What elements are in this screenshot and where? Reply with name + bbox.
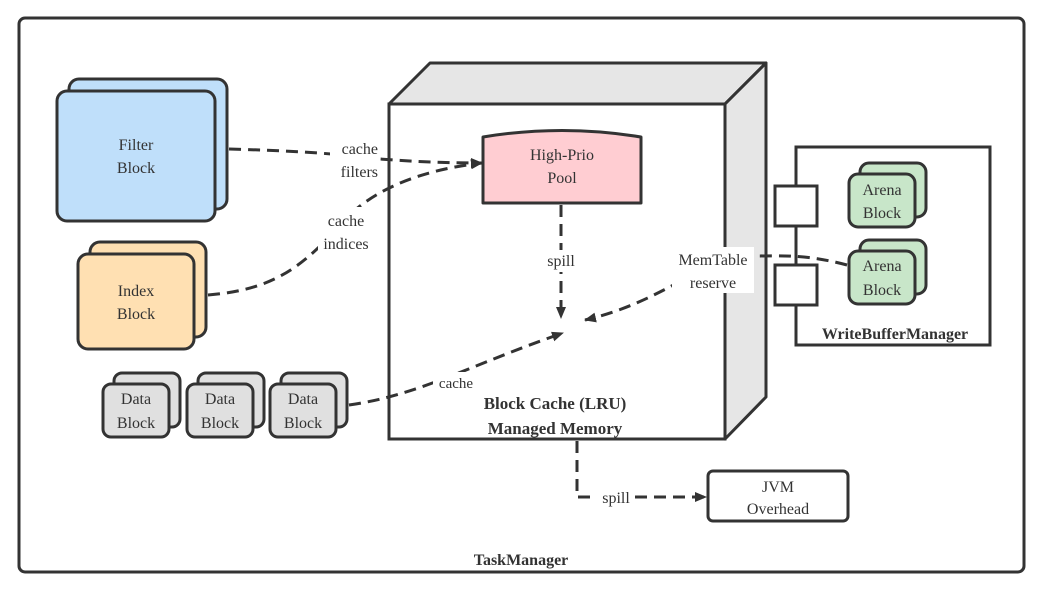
arena-block-label-2: Block xyxy=(863,282,901,299)
edge-label-spill-pool: spill xyxy=(547,253,575,270)
wbm-port-top[interactable] xyxy=(773,184,819,228)
data-block-label-2: Block xyxy=(201,415,239,432)
data-block-label-1: Data xyxy=(288,391,318,408)
edge-label-cache-filters-2: filters xyxy=(341,164,378,181)
data-block-label-1: Data xyxy=(205,391,235,408)
arena-block-label-1: Arena xyxy=(862,182,901,199)
data-block-label-2: Block xyxy=(117,415,155,432)
wbm-port-bottom[interactable] xyxy=(773,263,819,307)
managed-memory-title: Managed Memory xyxy=(488,419,623,438)
jvm-overhead-label-1: JVM xyxy=(762,479,794,496)
high-prio-pool[interactable] xyxy=(481,129,643,205)
jvm-overhead-label-2: Overhead xyxy=(747,501,809,518)
cube-top-face xyxy=(387,61,768,106)
edge-label-cache-indices-1: cache xyxy=(328,213,364,230)
edge-label-memtable-2: reserve xyxy=(690,275,736,292)
edge-label-cache-indices-2: indices xyxy=(323,236,368,253)
taskmanager-label: TaskManager xyxy=(474,552,569,569)
data-block-label-2: Block xyxy=(284,415,322,432)
edge-label-cache-data: cache xyxy=(439,376,473,392)
high-prio-pool-label-1: High-Prio xyxy=(530,147,594,164)
high-prio-pool-label-2: Pool xyxy=(547,170,577,187)
index-block-label-2: Block xyxy=(117,306,155,323)
index-block-label-1: Index xyxy=(118,283,154,300)
write-buffer-manager-label: WriteBufferManager xyxy=(822,326,968,343)
filter-block-label-1: Filter xyxy=(119,137,154,154)
data-block-label-1: Data xyxy=(121,391,151,408)
filter-block-label-2: Block xyxy=(117,160,155,177)
edge-label-memtable-1: MemTable xyxy=(678,252,747,269)
edge-label-spill-jvm: spill xyxy=(602,490,630,507)
edge-label-cache-filters-1: cache xyxy=(342,141,378,158)
diagram-canvas: TaskManager Block Cache (LRU) Managed Me… xyxy=(17,16,1026,574)
arena-block-label-1: Arena xyxy=(862,258,901,275)
arena-block-label-2: Block xyxy=(863,205,901,222)
block-cache-title: Block Cache (LRU) xyxy=(484,394,627,413)
